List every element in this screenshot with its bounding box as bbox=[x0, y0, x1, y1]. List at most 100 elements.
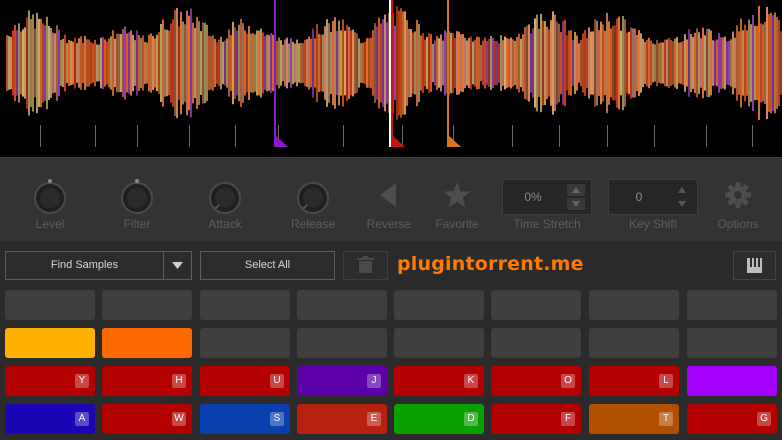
waveform-bar bbox=[522, 34, 524, 92]
waveform-bar bbox=[62, 38, 64, 88]
waveform-bar bbox=[622, 15, 624, 111]
options-button[interactable]: Options bbox=[708, 158, 768, 242]
filter-knob-icon[interactable] bbox=[118, 178, 156, 216]
waveform-bar bbox=[344, 30, 346, 96]
filter-control[interactable]: Filter bbox=[107, 158, 167, 242]
waveform-bar bbox=[460, 34, 462, 92]
find-samples-dropdown[interactable] bbox=[163, 251, 192, 280]
sample-pad[interactable]: D bbox=[394, 404, 484, 434]
waveform-display[interactable] bbox=[0, 0, 782, 157]
pad-key-label: Y bbox=[75, 374, 89, 388]
sample-pad[interactable] bbox=[102, 328, 192, 358]
sample-pad[interactable]: H bbox=[102, 366, 192, 396]
pad-key-label: W bbox=[172, 412, 186, 426]
waveform-bar bbox=[362, 42, 364, 84]
waveform-bar bbox=[198, 21, 200, 105]
delete-button[interactable] bbox=[343, 251, 388, 280]
pad-key-label: U bbox=[270, 374, 284, 388]
sample-pad[interactable]: W bbox=[102, 404, 192, 434]
waveform-bar bbox=[664, 39, 666, 87]
pad-key-label: K bbox=[464, 374, 478, 388]
pad-key-label: H bbox=[172, 374, 186, 388]
sample-pad[interactable] bbox=[589, 328, 679, 358]
sample-pad[interactable]: S bbox=[200, 404, 290, 434]
waveform-bar bbox=[774, 12, 776, 114]
sample-pad[interactable]: O bbox=[491, 366, 581, 396]
waveform-bar bbox=[426, 36, 428, 90]
release-knob-icon[interactable] bbox=[294, 178, 332, 216]
waveform-bar bbox=[282, 44, 284, 82]
sample-pad[interactable]: G bbox=[687, 404, 777, 434]
waveform-bar bbox=[228, 29, 230, 97]
time-stretch-up-icon[interactable] bbox=[567, 184, 585, 196]
waveform-bar bbox=[512, 39, 514, 87]
sample-pad[interactable] bbox=[200, 290, 290, 320]
sample-pad[interactable]: L bbox=[589, 366, 679, 396]
sample-pad[interactable]: T bbox=[589, 404, 679, 434]
playhead[interactable] bbox=[389, 0, 391, 147]
key-shift-down-icon[interactable] bbox=[673, 198, 691, 210]
waveform-bar bbox=[90, 42, 92, 84]
keyboard-button[interactable] bbox=[733, 251, 776, 280]
waveform-bar bbox=[224, 40, 226, 86]
waveform-bar bbox=[462, 34, 464, 92]
sample-pad[interactable] bbox=[687, 366, 777, 396]
sample-pad[interactable] bbox=[394, 328, 484, 358]
waveform-bar bbox=[256, 30, 258, 96]
attack-knob-icon[interactable] bbox=[206, 178, 244, 216]
slice-marker[interactable] bbox=[447, 0, 449, 147]
sample-pad[interactable] bbox=[687, 290, 777, 320]
waveform-bar bbox=[352, 29, 354, 97]
sample-pad[interactable] bbox=[491, 290, 581, 320]
sample-pad[interactable] bbox=[589, 290, 679, 320]
sample-pad[interactable] bbox=[5, 290, 95, 320]
reverse-button[interactable]: Reverse bbox=[359, 158, 419, 242]
sample-pad[interactable]: K bbox=[394, 366, 484, 396]
sample-pad[interactable] bbox=[5, 328, 95, 358]
favorite-button[interactable]: Favorite bbox=[427, 158, 487, 242]
select-all-button[interactable]: Select All bbox=[200, 251, 335, 280]
waveform-bar bbox=[464, 37, 466, 89]
sample-pad[interactable] bbox=[394, 290, 484, 320]
time-stretch-field[interactable]: 0% bbox=[502, 179, 592, 215]
sample-pad[interactable] bbox=[200, 328, 290, 358]
waveform-bar bbox=[66, 43, 68, 83]
sample-pad[interactable]: U bbox=[200, 366, 290, 396]
waveform-bar bbox=[720, 37, 722, 89]
waveform-bar bbox=[206, 24, 208, 102]
sample-pad[interactable]: A bbox=[5, 404, 95, 434]
sample-pad[interactable] bbox=[102, 290, 192, 320]
sample-pad[interactable]: E bbox=[297, 404, 387, 434]
waveform-bar bbox=[740, 18, 742, 108]
level-control[interactable]: Level bbox=[20, 158, 80, 242]
level-knob-icon[interactable] bbox=[31, 178, 69, 216]
slice-marker[interactable] bbox=[391, 0, 393, 147]
sample-pad[interactable] bbox=[687, 328, 777, 358]
release-control[interactable]: Release bbox=[282, 158, 344, 242]
sample-pad[interactable] bbox=[491, 328, 581, 358]
key-shift-up-icon[interactable] bbox=[673, 184, 691, 196]
waveform-bar bbox=[260, 28, 262, 98]
key-shift-control[interactable]: 0 Key Shift bbox=[608, 158, 698, 242]
time-stretch-down-icon[interactable] bbox=[567, 198, 585, 210]
attack-control[interactable]: Attack bbox=[195, 158, 255, 242]
waveform-bar bbox=[748, 19, 750, 107]
sample-pad[interactable] bbox=[297, 290, 387, 320]
waveform-bar bbox=[398, 10, 400, 116]
release-label: Release bbox=[290, 217, 336, 231]
sample-pad[interactable]: J bbox=[297, 366, 387, 396]
waveform-bar bbox=[662, 42, 664, 84]
slice-marker-flag[interactable] bbox=[274, 134, 288, 147]
key-shift-field[interactable]: 0 bbox=[608, 179, 698, 215]
waveform-bar bbox=[32, 14, 34, 112]
time-stretch-control[interactable]: 0% Time Stretch bbox=[502, 158, 592, 242]
slice-marker[interactable] bbox=[274, 0, 276, 147]
waveform-bar bbox=[310, 38, 312, 88]
waveform-svg[interactable] bbox=[0, 0, 782, 157]
sample-pad[interactable]: F bbox=[491, 404, 581, 434]
sample-pad[interactable] bbox=[297, 328, 387, 358]
sample-pad[interactable]: Y bbox=[5, 366, 95, 396]
waveform-bar bbox=[484, 37, 486, 89]
waveform-bar bbox=[526, 25, 528, 101]
find-samples-button[interactable]: Find Samples bbox=[5, 251, 164, 280]
